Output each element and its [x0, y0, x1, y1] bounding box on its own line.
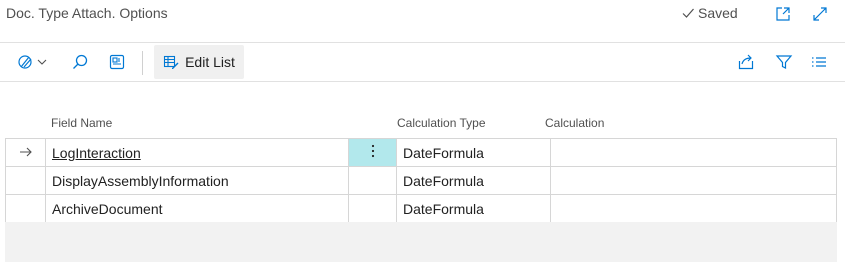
grid-table: LogInteraction DateFormula DisplayAssemb… — [5, 138, 837, 223]
grid-empty-area — [5, 222, 837, 262]
expand-button[interactable] — [810, 4, 830, 24]
filter-button[interactable] — [771, 45, 797, 79]
checkmark-icon — [682, 8, 694, 18]
page-header: Doc. Type Attach. Options Saved — [0, 0, 845, 30]
table-row[interactable]: DisplayAssemblyInformation DateFormula — [5, 166, 837, 195]
list-icon — [812, 57, 826, 67]
action-bar: Edit List — [0, 43, 845, 81]
field-name-cell[interactable]: ArchiveDocument — [45, 194, 349, 223]
table-row[interactable]: ArchiveDocument DateFormula — [5, 194, 837, 223]
open-new-window-button[interactable] — [773, 4, 793, 24]
row-actions-cell[interactable] — [348, 194, 397, 223]
column-header-calculation-type[interactable]: Calculation Type — [397, 116, 486, 130]
calculation-type-cell[interactable]: DateFormula — [396, 138, 551, 167]
column-header-field-name[interactable]: Field Name — [51, 116, 112, 130]
edit-list-label: Edit List — [185, 54, 235, 70]
calculation-type-cell[interactable]: DateFormula — [396, 166, 551, 195]
table-row[interactable]: LogInteraction DateFormula — [5, 138, 837, 167]
views-icon — [18, 55, 47, 69]
search-button[interactable] — [66, 45, 94, 79]
toolbar-divider — [142, 51, 143, 75]
row-selector-cell[interactable] — [5, 194, 46, 223]
search-icon — [73, 54, 88, 69]
page-title: Doc. Type Attach. Options — [6, 5, 168, 21]
calculation-cell[interactable] — [550, 166, 837, 195]
filter-icon — [775, 55, 793, 69]
row-selector-cell[interactable] — [5, 166, 46, 195]
column-header-calculation[interactable]: Calculation — [545, 116, 604, 130]
row-actions-cell[interactable] — [348, 166, 397, 195]
open-in-new-window-icon — [776, 7, 790, 21]
row-actions-cell[interactable] — [348, 138, 397, 167]
edit-list-icon — [164, 55, 179, 69]
toolbar-divider-bottom — [0, 81, 845, 82]
expand-icon — [813, 7, 827, 21]
saved-status-label: Saved — [698, 5, 738, 21]
calculation-cell[interactable] — [550, 138, 837, 167]
saved-status: Saved — [680, 5, 738, 21]
field-name-link[interactable]: LogInteraction — [52, 145, 141, 161]
edit-list-button[interactable]: Edit List — [154, 45, 244, 79]
more-options-icon — [371, 144, 374, 158]
field-name-cell[interactable]: DisplayAssemblyInformation — [45, 166, 349, 195]
focus-mode-icon — [109, 54, 125, 70]
share-icon — [738, 54, 754, 70]
list-options-button[interactable] — [806, 45, 832, 79]
focus-mode-button[interactable] — [103, 45, 131, 79]
arrow-right-icon — [19, 147, 32, 156]
calculation-type-cell[interactable]: DateFormula — [396, 194, 551, 223]
views-menu-button[interactable] — [14, 45, 54, 79]
share-button[interactable] — [733, 45, 759, 79]
row-selector-cell[interactable] — [5, 138, 46, 167]
calculation-cell[interactable] — [550, 194, 837, 223]
field-name-cell[interactable]: LogInteraction — [45, 138, 349, 167]
